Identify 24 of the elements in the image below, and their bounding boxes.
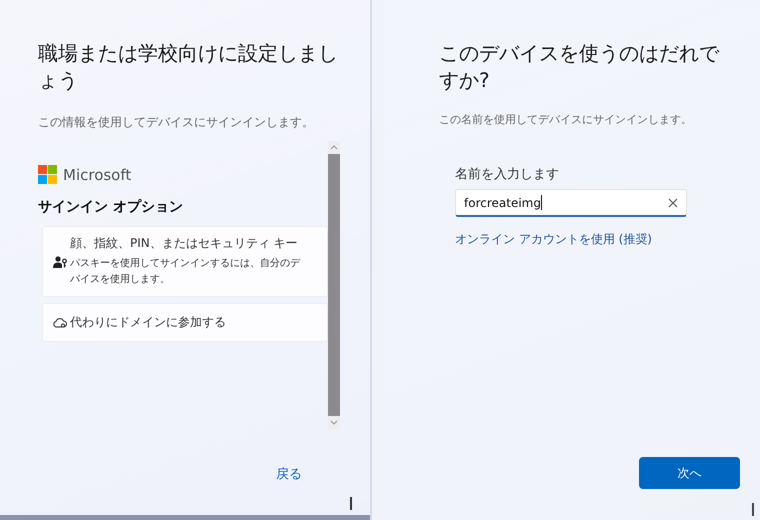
section-title: サインイン オプション <box>38 198 184 216</box>
brand-name: Microsoft <box>63 166 132 184</box>
page-title: このデバイスを使うのはだれですか? <box>439 40 720 94</box>
field-label: 名前を入力します <box>455 166 560 183</box>
scroll-up-icon[interactable] <box>330 145 338 150</box>
option-description: パスキーを使用してサインインするには、自分のデバイスを使用します。 <box>70 257 300 287</box>
clear-icon[interactable] <box>668 198 678 208</box>
back-link[interactable]: 戻る <box>276 465 302 483</box>
page-title: 職場または学校向けに設定しましょう <box>38 40 339 94</box>
logo-icon <box>38 165 57 184</box>
option-title: 代わりにドメインに参加する <box>70 314 226 331</box>
option-title: 顔、指紋、PIN、またはセキュリティ キー <box>70 235 299 252</box>
cursor-icon <box>350 497 352 510</box>
subtitle: この情報を使用してデバイスにサインインします。 <box>38 114 315 131</box>
next-button[interactable]: 次へ <box>639 457 740 489</box>
scroll-down-icon[interactable] <box>330 420 338 425</box>
name-input-field[interactable]: forcreateimg <box>455 189 687 217</box>
cursor-icon <box>752 503 754 516</box>
online-account-link[interactable]: オンライン アカウントを使用 (推奨) <box>455 231 760 248</box>
sign-in-option[interactable]: 代わりにドメインに参加する <box>42 303 328 342</box>
person-key-icon <box>53 256 67 268</box>
subtitle: この名前を使用してデバイスにサインインします。 <box>439 112 693 127</box>
cloud-icon <box>53 318 67 328</box>
sign-in-option[interactable]: 顔、指紋、PIN、またはセキュリティ キー パスキーを使用してサインインするには、自分のデバイスを使用します。 <box>42 226 328 297</box>
